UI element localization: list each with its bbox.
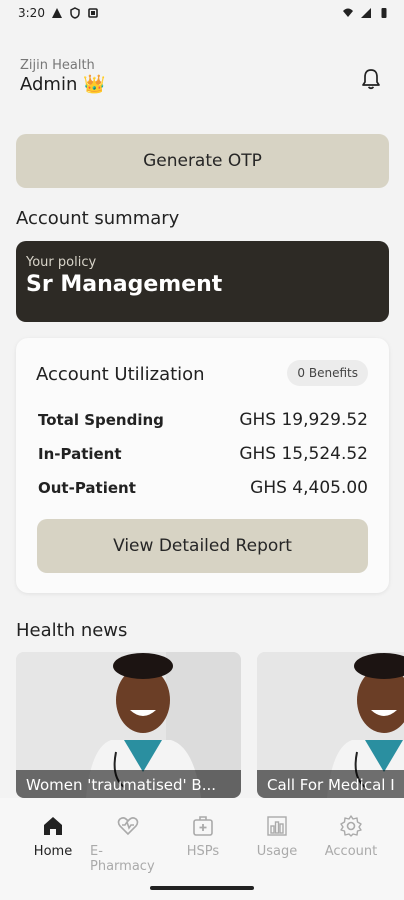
- out-patient-label: Out-Patient: [38, 479, 136, 497]
- health-news-heading: Health news: [16, 620, 128, 641]
- policy-name: Sr Management: [26, 272, 223, 297]
- generate-otp-button[interactable]: Generate OTP: [16, 134, 389, 188]
- news-card[interactable]: Women 'traumatised' B...: [16, 652, 241, 798]
- medical-kit-icon: [193, 816, 213, 836]
- user-role: Admin 👑: [20, 74, 384, 95]
- nav-label: E-Pharmacy: [90, 844, 155, 874]
- signal-icon: [361, 8, 371, 18]
- home-icon: [44, 817, 62, 835]
- crown-icon: 👑: [83, 74, 106, 95]
- nav-item-hsps[interactable]: HSPs: [165, 814, 241, 859]
- account-summary-heading: Account summary: [16, 208, 180, 229]
- battery-icon: [381, 8, 387, 18]
- user-role-label: Admin: [20, 74, 78, 95]
- nav-label: HSPs: [186, 844, 220, 859]
- policy-card[interactable]: Your policy Sr Management: [16, 241, 389, 322]
- policy-label: Your policy: [26, 255, 97, 270]
- nav-item-home[interactable]: Home: [15, 814, 91, 859]
- news-card[interactable]: Call For Medical I: [257, 652, 404, 798]
- nav-label: Usage: [256, 844, 298, 859]
- nav-item-usage[interactable]: Usage: [239, 814, 315, 859]
- total-spending-amount: GHS 19,929.52: [239, 410, 368, 430]
- total-spending-label: Total Spending: [38, 411, 164, 429]
- news-caption: Call For Medical I: [257, 770, 404, 798]
- nav-item-e-pharmacy[interactable]: E-Pharmacy: [90, 814, 166, 874]
- status-time: 3:20: [18, 6, 45, 20]
- account-utilization-card: Account Utilization 0 Benefits Total Spe…: [16, 338, 389, 593]
- benefits-badge[interactable]: 0 Benefits: [287, 360, 368, 386]
- utilization-title: Account Utilization: [36, 364, 205, 385]
- bottom-navigation: Home E-Pharmacy HSPs Usage Account: [0, 798, 404, 900]
- out-patient-row: Out-Patient GHS 4,405.00: [38, 478, 368, 498]
- heart-pulse-icon: [117, 817, 139, 836]
- gesture-bar[interactable]: [150, 886, 254, 890]
- in-patient-label: In-Patient: [38, 445, 122, 463]
- health-news-carousel[interactable]: Women 'traumatised' B... Call For Medica…: [16, 652, 404, 798]
- news-caption: Women 'traumatised' B...: [16, 770, 241, 798]
- app-header: Zijin Health Admin 👑: [20, 58, 384, 102]
- view-detailed-report-button[interactable]: View Detailed Report: [37, 519, 368, 573]
- gear-icon: [340, 815, 362, 837]
- app-notification-icon: [88, 8, 98, 18]
- nav-label: Home: [33, 844, 73, 859]
- status-bar: 3:20: [0, 0, 404, 26]
- shield-icon: [70, 7, 80, 19]
- wifi-icon: [343, 8, 353, 17]
- bell-icon[interactable]: [358, 66, 384, 92]
- bar-chart-icon: [267, 816, 287, 836]
- out-patient-amount: GHS 4,405.00: [250, 478, 368, 498]
- organization-name: Zijin Health: [20, 58, 95, 73]
- in-patient-amount: GHS 15,524.52: [239, 444, 368, 464]
- total-spending-row: Total Spending GHS 19,929.52: [38, 410, 368, 430]
- nav-label: Account: [324, 844, 378, 859]
- nav-item-account[interactable]: Account: [313, 814, 389, 859]
- in-patient-row: In-Patient GHS 15,524.52: [38, 444, 368, 464]
- alert-icon: [51, 8, 62, 18]
